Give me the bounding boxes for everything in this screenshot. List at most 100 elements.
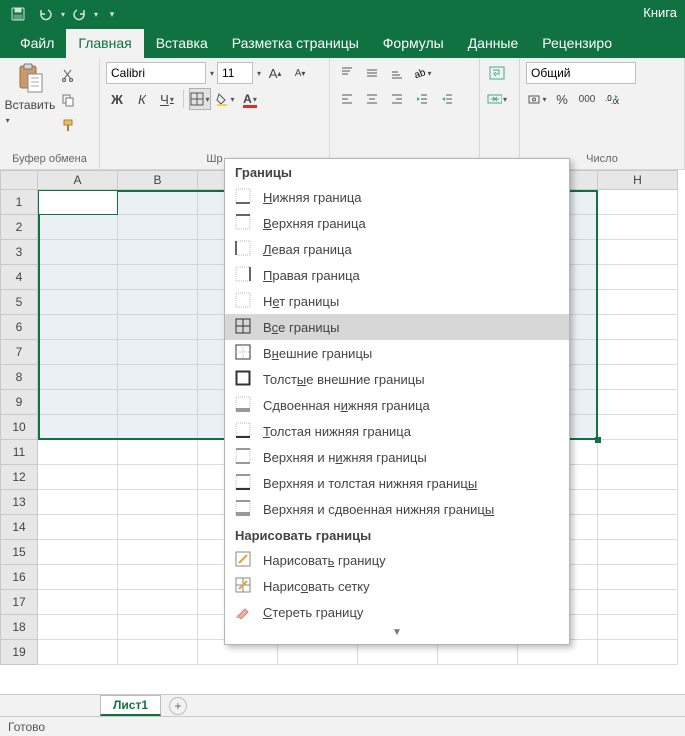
menu-item[interactable]: Верхняя граница [225,210,569,236]
cell[interactable] [598,590,678,615]
cell[interactable] [118,315,198,340]
sheet-tab[interactable]: Лист1 [100,695,161,716]
decrease-font-icon[interactable]: A▾ [289,62,311,84]
tab-review[interactable]: Рецензиро [530,29,624,58]
cell[interactable] [38,190,118,215]
row-header[interactable]: 3 [0,240,38,265]
row-header[interactable]: 5 [0,290,38,315]
menu-item[interactable]: Сдвоенная нижняя граница [225,392,569,418]
row-header[interactable]: 6 [0,315,38,340]
row-header[interactable]: 1 [0,190,38,215]
row-header[interactable]: 4 [0,265,38,290]
tab-page-layout[interactable]: Разметка страницы [220,29,371,58]
cell[interactable] [598,615,678,640]
cell[interactable] [118,515,198,540]
align-middle-icon[interactable] [361,62,383,84]
row-header[interactable]: 7 [0,340,38,365]
copy-icon[interactable] [57,89,79,111]
align-right-icon[interactable] [386,88,408,110]
tab-data[interactable]: Данные [456,29,531,58]
cell[interactable] [38,640,118,665]
font-color-icon[interactable]: A▾ [239,88,261,110]
cell[interactable] [118,365,198,390]
col-header[interactable]: A [38,170,118,190]
cell[interactable] [118,465,198,490]
cell[interactable] [598,315,678,340]
cell[interactable] [598,540,678,565]
cell[interactable] [38,415,118,440]
cell[interactable] [38,540,118,565]
increase-font-icon[interactable]: A▴ [264,62,286,84]
cell[interactable] [38,215,118,240]
menu-expand-icon[interactable]: ▼ [225,625,569,640]
cell[interactable] [38,265,118,290]
currency-icon[interactable]: ▾ [526,88,548,110]
row-header[interactable]: 9 [0,390,38,415]
cell[interactable] [38,490,118,515]
cell[interactable] [118,265,198,290]
cell[interactable] [38,240,118,265]
menu-item[interactable]: Внешние границы [225,340,569,366]
row-header[interactable]: 12 [0,465,38,490]
align-left-icon[interactable] [336,88,358,110]
cell[interactable] [118,290,198,315]
cell[interactable] [598,265,678,290]
cell[interactable] [118,615,198,640]
row-header[interactable]: 11 [0,440,38,465]
align-top-icon[interactable] [336,62,358,84]
menu-item[interactable]: Нарисовать сетку [225,573,569,599]
thousands-icon[interactable]: 000 [576,88,598,110]
tab-formulas[interactable]: Формулы [371,29,456,58]
tab-insert[interactable]: Вставка [144,29,220,58]
menu-item[interactable]: Нижняя граница [225,184,569,210]
cell[interactable] [118,440,198,465]
paste-button[interactable]: Вставить ▾ [6,62,54,126]
cell[interactable] [598,465,678,490]
cut-icon[interactable] [57,64,79,86]
qat-customize-icon[interactable]: ▾ [98,2,126,26]
cell[interactable] [598,390,678,415]
row-header[interactable]: 8 [0,365,38,390]
orientation-icon[interactable]: ab▾ [411,62,433,84]
menu-item[interactable]: Верхняя и сдвоенная нижняя границы [225,496,569,522]
fill-color-icon[interactable]: ▾ [214,88,236,110]
cell[interactable] [38,590,118,615]
row-header[interactable]: 10 [0,415,38,440]
menu-item[interactable]: Левая граница [225,236,569,262]
font-size-input[interactable] [217,62,253,84]
menu-item[interactable]: Нет границы [225,288,569,314]
cell[interactable] [598,240,678,265]
increase-decimal-icon[interactable]: .0.00 [601,88,623,110]
cell[interactable] [118,415,198,440]
cell[interactable] [38,315,118,340]
add-sheet-icon[interactable]: + [169,697,187,715]
cell[interactable] [118,240,198,265]
select-all-corner[interactable] [0,170,38,190]
number-format-input[interactable] [526,62,636,84]
menu-item[interactable]: Толстая нижняя граница [225,418,569,444]
tab-file[interactable]: Файл [8,29,66,58]
cell[interactable] [598,340,678,365]
cell[interactable] [598,565,678,590]
cell[interactable] [598,640,678,665]
cell[interactable] [38,340,118,365]
cell[interactable] [598,190,678,215]
cell[interactable] [118,640,198,665]
cell[interactable] [118,590,198,615]
decrease-indent-icon[interactable] [411,88,433,110]
row-header[interactable]: 15 [0,540,38,565]
font-name-input[interactable] [106,62,206,84]
menu-item[interactable]: Толстые внешние границы [225,366,569,392]
cell[interactable] [38,365,118,390]
cell[interactable] [598,490,678,515]
row-header[interactable]: 14 [0,515,38,540]
redo-icon[interactable] [65,2,93,26]
format-painter-icon[interactable] [57,114,79,136]
menu-item[interactable]: Верхняя и толстая нижняя границы [225,470,569,496]
cell[interactable] [598,415,678,440]
cell[interactable] [38,565,118,590]
menu-item[interactable]: Стереть границу [225,599,569,625]
cell[interactable] [598,515,678,540]
cell[interactable] [38,390,118,415]
cell[interactable] [38,465,118,490]
